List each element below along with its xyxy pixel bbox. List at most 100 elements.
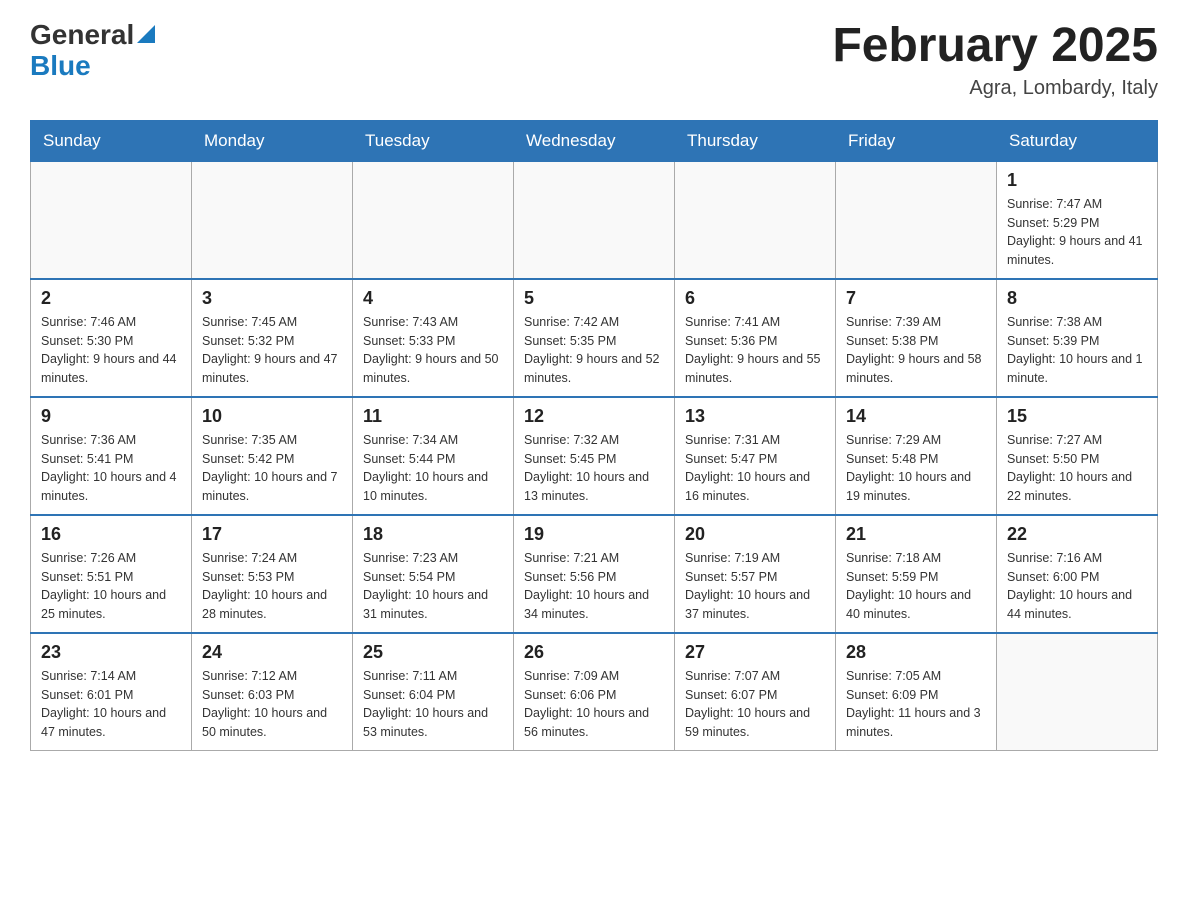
- day-info: Sunrise: 7:11 AM Sunset: 6:04 PM Dayligh…: [363, 667, 503, 742]
- calendar-cell: 20 Sunrise: 7:19 AM Sunset: 5:57 PM Dayli…: [675, 515, 836, 633]
- calendar-cell: [997, 633, 1158, 751]
- calendar-cell: 8Sunrise: 7:38 AM Sunset: 5:39 PM Daylig…: [997, 279, 1158, 397]
- calendar-cell: 16 Sunrise: 7:26 AM Sunset: 5:51 PM Dayli…: [31, 515, 192, 633]
- logo: General Blue: [30, 20, 155, 82]
- day-info: Sunrise: 7:09 AM Sunset: 6:06 PM Dayligh…: [524, 667, 664, 742]
- day-number: 1: [1007, 170, 1147, 191]
- day-number: 9: [41, 406, 181, 427]
- day-number: 28: [846, 642, 986, 663]
- day-number: 4: [363, 288, 503, 309]
- calendar-cell: 12 Sunrise: 7:32 AM Sunset: 5:45 PM Dayli…: [514, 397, 675, 515]
- day-info: Sunrise: 7:05 AM Sunset: 6:09 PM Dayligh…: [846, 667, 986, 742]
- day-number: 6: [685, 288, 825, 309]
- calendar-cell: 22Sunrise: 7:16 AM Sunset: 6:00 PM Dayli…: [997, 515, 1158, 633]
- day-info: Sunrise: 7:34 AM Sunset: 5:44 PM Dayligh…: [363, 431, 503, 506]
- day-info: Sunrise: 7:27 AM Sunset: 5:50 PM Dayligh…: [1007, 431, 1147, 506]
- day-info: Sunrise: 7:29 AM Sunset: 5:48 PM Dayligh…: [846, 431, 986, 506]
- day-info: Sunrise: 7:14 AM Sunset: 6:01 PM Dayligh…: [41, 667, 181, 742]
- day-header-sunday: Sunday: [31, 120, 192, 161]
- day-number: 23: [41, 642, 181, 663]
- day-info: Sunrise: 7:23 AM Sunset: 5:54 PM Dayligh…: [363, 549, 503, 624]
- day-info: Sunrise: 7:42 AM Sunset: 5:35 PM Dayligh…: [524, 313, 664, 388]
- calendar-cell: 26 Sunrise: 7:09 AM Sunset: 6:06 PM Dayli…: [514, 633, 675, 751]
- day-number: 3: [202, 288, 342, 309]
- day-info: Sunrise: 7:16 AM Sunset: 6:00 PM Dayligh…: [1007, 549, 1147, 624]
- calendar-cell: [31, 161, 192, 279]
- week-row-4: 16 Sunrise: 7:26 AM Sunset: 5:51 PM Dayli…: [31, 515, 1158, 633]
- day-info: Sunrise: 7:19 AM Sunset: 5:57 PM Dayligh…: [685, 549, 825, 624]
- day-header-saturday: Saturday: [997, 120, 1158, 161]
- calendar-cell: 27 Sunrise: 7:07 AM Sunset: 6:07 PM Dayli…: [675, 633, 836, 751]
- logo-triangle-icon: [137, 25, 155, 48]
- day-info: Sunrise: 7:07 AM Sunset: 6:07 PM Dayligh…: [685, 667, 825, 742]
- day-number: 2: [41, 288, 181, 309]
- day-info: Sunrise: 7:46 AM Sunset: 5:30 PM Dayligh…: [41, 313, 181, 388]
- calendar-cell: 10Sunrise: 7:35 AM Sunset: 5:42 PM Dayli…: [192, 397, 353, 515]
- day-header-tuesday: Tuesday: [353, 120, 514, 161]
- calendar-cell: 7 Sunrise: 7:39 AM Sunset: 5:38 PM Daylig…: [836, 279, 997, 397]
- calendar-cell: [353, 161, 514, 279]
- calendar-cell: 21Sunrise: 7:18 AM Sunset: 5:59 PM Dayli…: [836, 515, 997, 633]
- calendar-cell: 24 Sunrise: 7:12 AM Sunset: 6:03 PM Dayli…: [192, 633, 353, 751]
- day-number: 8: [1007, 288, 1147, 309]
- day-number: 15: [1007, 406, 1147, 427]
- day-info: Sunrise: 7:43 AM Sunset: 5:33 PM Dayligh…: [363, 313, 503, 388]
- calendar-cell: 17Sunrise: 7:24 AM Sunset: 5:53 PM Dayli…: [192, 515, 353, 633]
- week-row-2: 2 Sunrise: 7:46 AM Sunset: 5:30 PM Daylig…: [31, 279, 1158, 397]
- day-info: Sunrise: 7:32 AM Sunset: 5:45 PM Dayligh…: [524, 431, 664, 506]
- day-number: 17: [202, 524, 342, 545]
- day-number: 19: [524, 524, 664, 545]
- page-header: General Blue February 2025 Agra, Lombard…: [30, 20, 1158, 100]
- calendar-cell: 15 Sunrise: 7:27 AM Sunset: 5:50 PM Dayli…: [997, 397, 1158, 515]
- day-info: Sunrise: 7:12 AM Sunset: 6:03 PM Dayligh…: [202, 667, 342, 742]
- calendar-cell: 3 Sunrise: 7:45 AM Sunset: 5:32 PM Daylig…: [192, 279, 353, 397]
- day-number: 21: [846, 524, 986, 545]
- calendar-cell: [675, 161, 836, 279]
- logo-blue-text: Blue: [30, 50, 91, 81]
- day-number: 27: [685, 642, 825, 663]
- day-info: Sunrise: 7:31 AM Sunset: 5:47 PM Dayligh…: [685, 431, 825, 506]
- day-number: 25: [363, 642, 503, 663]
- day-number: 18: [363, 524, 503, 545]
- day-number: 5: [524, 288, 664, 309]
- day-info: Sunrise: 7:21 AM Sunset: 5:56 PM Dayligh…: [524, 549, 664, 624]
- day-number: 16: [41, 524, 181, 545]
- day-info: Sunrise: 7:45 AM Sunset: 5:32 PM Dayligh…: [202, 313, 342, 388]
- title-block: February 2025 Agra, Lombardy, Italy: [832, 20, 1158, 100]
- day-number: 20: [685, 524, 825, 545]
- day-header-friday: Friday: [836, 120, 997, 161]
- day-number: 14: [846, 406, 986, 427]
- month-title: February 2025: [832, 20, 1158, 73]
- location: Agra, Lombardy, Italy: [832, 77, 1158, 100]
- calendar-cell: [192, 161, 353, 279]
- day-info: Sunrise: 7:39 AM Sunset: 5:38 PM Dayligh…: [846, 313, 986, 388]
- day-number: 12: [524, 406, 664, 427]
- day-header-thursday: Thursday: [675, 120, 836, 161]
- day-info: Sunrise: 7:41 AM Sunset: 5:36 PM Dayligh…: [685, 313, 825, 388]
- calendar-cell: 19 Sunrise: 7:21 AM Sunset: 5:56 PM Dayli…: [514, 515, 675, 633]
- day-number: 11: [363, 406, 503, 427]
- day-info: Sunrise: 7:26 AM Sunset: 5:51 PM Dayligh…: [41, 549, 181, 624]
- calendar-table: SundayMondayTuesdayWednesdayThursdayFrid…: [30, 120, 1158, 751]
- calendar-cell: 28 Sunrise: 7:05 AM Sunset: 6:09 PM Dayli…: [836, 633, 997, 751]
- day-info: Sunrise: 7:36 AM Sunset: 5:41 PM Dayligh…: [41, 431, 181, 506]
- day-number: 13: [685, 406, 825, 427]
- calendar-cell: 1Sunrise: 7:47 AM Sunset: 5:29 PM Daylig…: [997, 161, 1158, 279]
- day-info: Sunrise: 7:35 AM Sunset: 5:42 PM Dayligh…: [202, 431, 342, 506]
- calendar-cell: 4 Sunrise: 7:43 AM Sunset: 5:33 PM Daylig…: [353, 279, 514, 397]
- week-row-1: 1Sunrise: 7:47 AM Sunset: 5:29 PM Daylig…: [31, 161, 1158, 279]
- day-number: 24: [202, 642, 342, 663]
- calendar-header-row: SundayMondayTuesdayWednesdayThursdayFrid…: [31, 120, 1158, 161]
- calendar-cell: 5 Sunrise: 7:42 AM Sunset: 5:35 PM Daylig…: [514, 279, 675, 397]
- logo-general-text: General: [30, 20, 134, 51]
- day-header-wednesday: Wednesday: [514, 120, 675, 161]
- calendar-cell: 18 Sunrise: 7:23 AM Sunset: 5:54 PM Dayli…: [353, 515, 514, 633]
- calendar-cell: 23 Sunrise: 7:14 AM Sunset: 6:01 PM Dayli…: [31, 633, 192, 751]
- calendar-cell: 14 Sunrise: 7:29 AM Sunset: 5:48 PM Dayli…: [836, 397, 997, 515]
- day-number: 26: [524, 642, 664, 663]
- calendar-cell: 9 Sunrise: 7:36 AM Sunset: 5:41 PM Daylig…: [31, 397, 192, 515]
- day-number: 7: [846, 288, 986, 309]
- week-row-3: 9 Sunrise: 7:36 AM Sunset: 5:41 PM Daylig…: [31, 397, 1158, 515]
- week-row-5: 23 Sunrise: 7:14 AM Sunset: 6:01 PM Dayli…: [31, 633, 1158, 751]
- calendar-cell: 2 Sunrise: 7:46 AM Sunset: 5:30 PM Daylig…: [31, 279, 192, 397]
